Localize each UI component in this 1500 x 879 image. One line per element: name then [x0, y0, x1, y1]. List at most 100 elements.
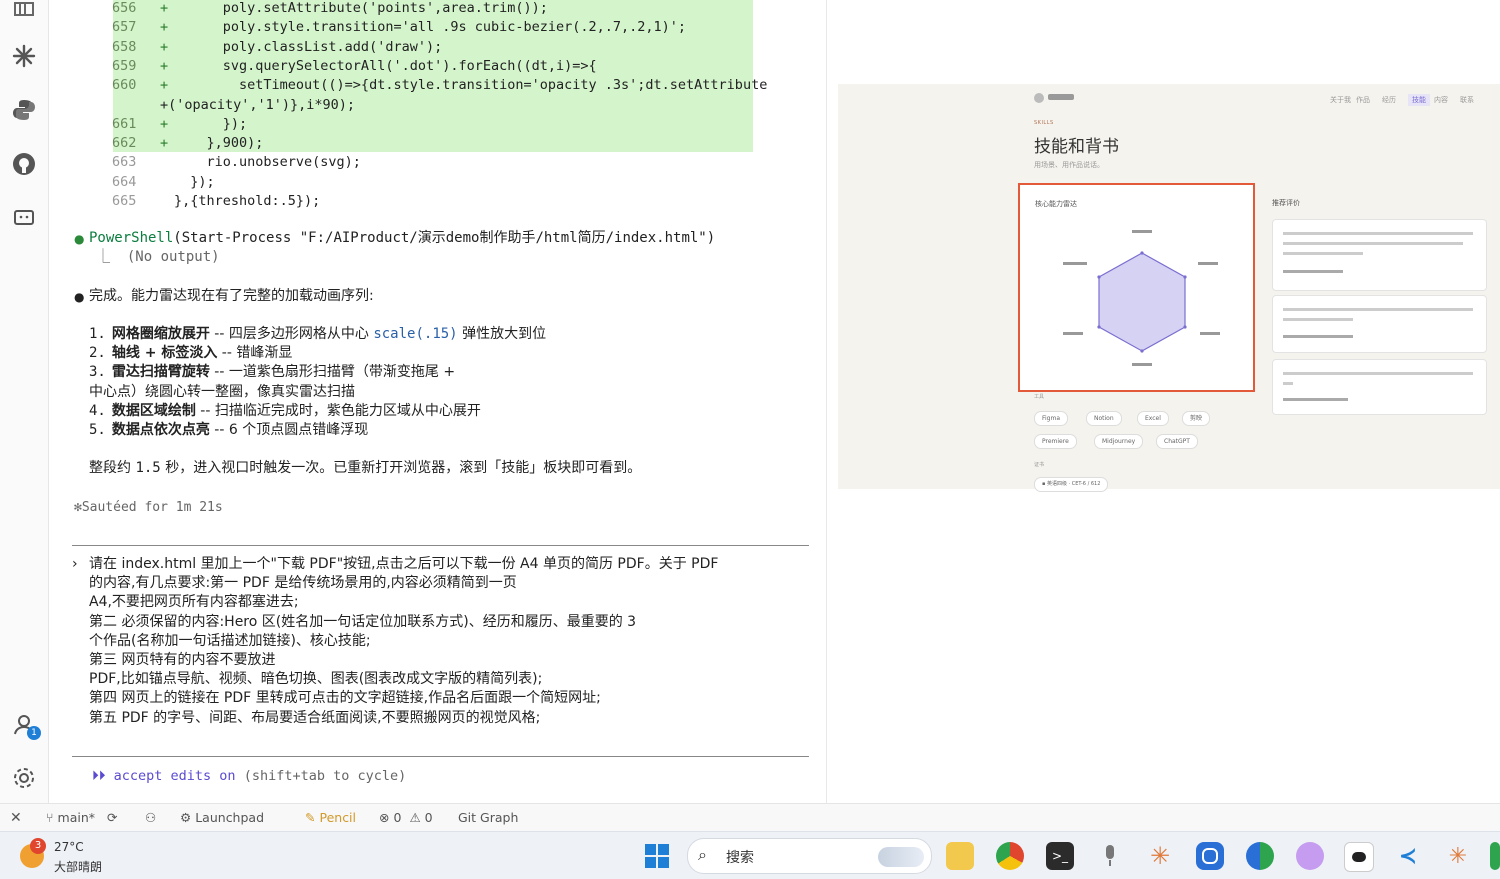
line-number: 664: [112, 173, 137, 190]
preview-nav-item[interactable]: 经历: [1382, 95, 1396, 105]
panda-app-icon[interactable]: [1344, 842, 1374, 872]
screen-capture-icon[interactable]: [1196, 842, 1224, 870]
radar-chart: [1063, 230, 1220, 366]
search-placeholder: 搜索: [726, 850, 754, 866]
radar-axis-label: [1063, 332, 1083, 335]
cert-item: 英语四级 · CET-6 / 612: [1046, 481, 1101, 487]
diff-added-line: 662 + },900);: [112, 134, 263, 153]
summary-step: 4. 数据区域绘制 -- 扫描临近完成时，紫色能力区域从中心展开: [89, 402, 481, 421]
taskbar-search[interactable]: ⌕ 搜索: [687, 838, 932, 874]
chrome-dev-icon[interactable]: [1246, 842, 1274, 870]
prompt-top-divider: [72, 545, 809, 546]
step-n: 5.: [89, 422, 106, 438]
preview-nav-item[interactable]: 关于我: [1330, 95, 1351, 105]
git-branch[interactable]: ⑂ main* ⟳: [46, 810, 117, 825]
step-title: 网格圈缩放展开: [111, 326, 210, 342]
radar-area: [1098, 252, 1186, 352]
tool-chip: Premiere: [1034, 434, 1077, 449]
weather-badge: 3: [30, 838, 46, 854]
branch-name: main*: [57, 810, 95, 825]
terminal-icon[interactable]: >_: [1046, 842, 1074, 870]
remote-explorer-icon[interactable]: [8, 202, 40, 234]
preview-nav-item[interactable]: 作品: [1356, 95, 1370, 105]
section-title: 技能和背书: [1034, 137, 1119, 157]
windows-start-icon[interactable]: [643, 842, 671, 870]
tool-bullet-icon: ●: [74, 232, 85, 246]
github-icon[interactable]: [8, 148, 40, 180]
step-desc: -- 6 个顶点圆点错峰浮现: [209, 422, 369, 438]
problems-indicator[interactable]: ⊗ 0 ⚠ 0: [379, 810, 433, 825]
accept-edits-mode[interactable]: ⏵⏵ accept edits on (shift+tab to cycle): [92, 767, 406, 786]
line-number: 661: [112, 115, 137, 132]
recommend-card: [1272, 359, 1487, 415]
code-text: },{threshold:.5});: [174, 193, 321, 209]
sauteed-status: ✻Sautéed for 1m 21s: [74, 500, 223, 515]
radar-dot: [1097, 275, 1101, 279]
step-desc: -- 一道紫色扇形扫描臂（带渐变拖尾 +: [209, 364, 456, 381]
code-text: poly.setAttribute('points',area.trim());: [174, 0, 548, 16]
settings-gear-icon[interactable]: [8, 762, 40, 794]
site-avatar: [1034, 93, 1044, 103]
launchpad-icon: ⚙: [180, 810, 192, 825]
diff-added-line: 658 + poly.classList.add('draw');: [112, 38, 442, 57]
account-icon[interactable]: 1: [8, 708, 41, 740]
diff-added-line: 656 + poly.setAttribute('points',area.tri…: [112, 0, 548, 18]
tool-chip: Figma: [1034, 411, 1069, 426]
launchpad[interactable]: ⚙ Launchpad: [180, 810, 264, 825]
git-graph[interactable]: Git Graph: [458, 810, 518, 825]
diff-added-line: 659 + svg.querySelectorAll('.dot').forEac…: [112, 57, 597, 76]
panel-divider[interactable]: [826, 0, 827, 803]
footer-code: 1.5: [135, 460, 161, 476]
diff-added-line: 660 + setTimeout(()=>{dt.style.transition…: [112, 76, 767, 95]
site-logo-text: [1048, 94, 1074, 100]
remote-indicator-icon[interactable]: ✕: [10, 810, 22, 826]
tool-call-line: PowerShell(Start-Process "F:/AIProduct/演…: [89, 229, 715, 248]
prompt-line: 第五 PDF 的字号、间距、布局要适合纸面阅读,不要照搬网页的视觉风格;: [89, 709, 541, 726]
step-title: 数据点依次点亮: [111, 422, 210, 438]
branch-icon: ⑂: [46, 810, 54, 825]
step-desc: -- 四层多边形网格从中心: [209, 326, 374, 342]
activity-bar: 1: [0, 0, 49, 803]
summary-step: 2. 轴线 + 标签淡入 -- 错峰渐显: [89, 344, 292, 363]
radar-axis-label: [1200, 332, 1220, 335]
step-desc: -- 错峰渐显: [217, 345, 293, 362]
cat-app-icon[interactable]: [1296, 842, 1324, 870]
diff-marker: +: [160, 77, 169, 94]
temperature[interactable]: 27°C: [54, 840, 84, 854]
radar-card: 核心能力雷达: [1018, 183, 1255, 392]
overflow-app-icon[interactable]: [1490, 842, 1500, 870]
weather-description[interactable]: 大部晴朗: [54, 858, 102, 875]
line-number: 663: [112, 154, 137, 171]
account-badge: 1: [27, 726, 41, 740]
preview-nav-item[interactable]: 内容: [1434, 95, 1448, 105]
prompt-bottom-divider: [72, 756, 809, 757]
vscode-icon[interactable]: ≺: [1394, 842, 1422, 870]
pencil[interactable]: ✎ Pencil: [305, 810, 356, 825]
diff-marker: +: [160, 57, 169, 74]
prompt-line: 的内容,有几点要求:第一 PDF 是给传统场景用的,内容必须精简到一页: [89, 575, 517, 592]
chrome-icon[interactable]: [996, 842, 1024, 870]
launchpad-label: Launchpad: [195, 810, 265, 825]
tool-chip: Notion: [1086, 411, 1122, 426]
microphone-icon[interactable]: [1096, 842, 1124, 870]
prompt-line: PDF,比如锚点导航、视频、暗色切换、图表(图表改成文字版的精简列表);: [89, 671, 543, 688]
git-lens-icon[interactable]: ⚇: [145, 810, 156, 825]
radar-dot: [1097, 325, 1101, 329]
radar-dot: [1140, 349, 1144, 353]
claude-desktop-icon[interactable]: ✳: [1444, 842, 1472, 870]
claude-app-icon[interactable]: ✳: [1146, 842, 1174, 870]
library-icon[interactable]: [8, 0, 40, 24]
windows-taskbar: 3 27°C 大部晴朗 ⌕ 搜索 >_ ✳ ≺ ✳: [0, 831, 1500, 879]
prompt-chevron-icon: ›: [72, 556, 78, 572]
python-icon[interactable]: [8, 94, 40, 126]
radar-dot: [1183, 325, 1187, 329]
code-text: });: [174, 173, 215, 190]
preview-nav-item[interactable]: 技能: [1408, 94, 1430, 106]
file-explorer-icon[interactable]: [946, 842, 974, 870]
tools-label: 工具: [1034, 394, 1045, 400]
code-text: +('opacity','1')},i*90);: [160, 96, 356, 113]
claude-icon[interactable]: [8, 40, 40, 72]
preview-nav-item[interactable]: 联系: [1460, 95, 1474, 105]
mode-hint: (shift+tab to cycle): [243, 768, 407, 784]
line-number: 662: [112, 135, 137, 152]
